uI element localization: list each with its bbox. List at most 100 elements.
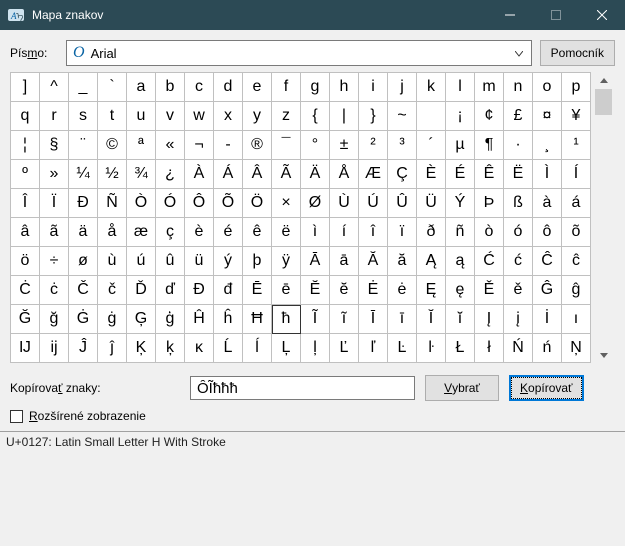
char-cell[interactable]: ñ <box>446 218 475 247</box>
char-cell[interactable]: Ď <box>127 276 156 305</box>
char-cell[interactable]: ġ <box>98 305 127 334</box>
char-cell[interactable]: ė <box>388 276 417 305</box>
char-cell[interactable]: İ <box>533 305 562 334</box>
char-cell[interactable]: Ü <box>417 189 446 218</box>
char-cell[interactable]: p <box>562 73 591 102</box>
char-cell[interactable]: i <box>359 73 388 102</box>
char-cell[interactable]: Á <box>214 160 243 189</box>
help-button[interactable]: Pomocník <box>540 40 615 66</box>
char-cell[interactable]: ă <box>388 247 417 276</box>
char-cell[interactable]: Ó <box>156 189 185 218</box>
char-cell[interactable]: Ë <box>504 160 533 189</box>
char-cell[interactable]: ö <box>11 247 40 276</box>
char-cell[interactable]: ĩ <box>330 305 359 334</box>
char-cell[interactable]: ¯ <box>272 131 301 160</box>
char-cell[interactable]: č <box>98 276 127 305</box>
char-cell[interactable]: ° <box>301 131 330 160</box>
char-cell[interactable]: ç <box>156 218 185 247</box>
char-cell[interactable]: Ĺ <box>214 334 243 363</box>
char-cell[interactable]: Ø <box>301 189 330 218</box>
char-cell[interactable]: Ā <box>301 247 330 276</box>
char-cell[interactable]: ķ <box>156 334 185 363</box>
char-cell[interactable]: § <box>40 131 69 160</box>
char-cell[interactable]: ¼ <box>69 160 98 189</box>
char-cell[interactable]: ¹ <box>562 131 591 160</box>
char-cell[interactable]: ÷ <box>40 247 69 276</box>
char-cell[interactable]: s <box>69 102 98 131</box>
char-cell[interactable]: z <box>272 102 301 131</box>
char-cell[interactable]: î <box>359 218 388 247</box>
char-cell[interactable]: ³ <box>388 131 417 160</box>
char-cell[interactable]: ® <box>243 131 272 160</box>
scroll-thumb[interactable] <box>595 89 612 115</box>
char-cell[interactable]: Č <box>69 276 98 305</box>
minimize-button[interactable] <box>487 0 533 30</box>
char-cell[interactable]: ¡ <box>446 102 475 131</box>
scroll-up-button[interactable] <box>595 72 612 89</box>
grid-scrollbar[interactable] <box>595 72 612 363</box>
char-cell[interactable]: ¸ <box>533 131 562 160</box>
char-cell[interactable]: æ <box>127 218 156 247</box>
char-cell[interactable]: Ă <box>359 247 388 276</box>
font-select[interactable]: O Arial <box>66 40 532 66</box>
char-cell[interactable]: Û <box>388 189 417 218</box>
char-cell[interactable]: ĭ <box>446 305 475 334</box>
char-cell[interactable]: o <box>533 73 562 102</box>
char-cell[interactable]: h <box>330 73 359 102</box>
scroll-down-button[interactable] <box>595 346 612 363</box>
char-cell[interactable]: Ģ <box>127 305 156 334</box>
char-cell[interactable]: É <box>446 160 475 189</box>
char-cell[interactable]: Ê <box>475 160 504 189</box>
char-cell[interactable]: Ĵ <box>69 334 98 363</box>
char-cell[interactable]: ê <box>243 218 272 247</box>
char-cell[interactable]: Ô <box>185 189 214 218</box>
char-cell[interactable]: ¦ <box>11 131 40 160</box>
char-cell[interactable]: Ñ <box>98 189 127 218</box>
char-cell[interactable]: ± <box>330 131 359 160</box>
char-cell[interactable]: é <box>214 218 243 247</box>
char-cell[interactable]: ħ <box>272 305 301 334</box>
char-cell[interactable]: ¾ <box>127 160 156 189</box>
char-cell[interactable]: Ć <box>475 247 504 276</box>
char-cell[interactable]: ń <box>533 334 562 363</box>
char-cell[interactable]: ~ <box>388 102 417 131</box>
char-cell[interactable]: t <box>98 102 127 131</box>
advanced-view-checkbox[interactable] <box>10 410 23 423</box>
char-cell[interactable]: ē <box>272 276 301 305</box>
char-cell[interactable]: ŀ <box>417 334 446 363</box>
char-cell[interactable]: × <box>272 189 301 218</box>
char-cell[interactable]: d <box>214 73 243 102</box>
char-cell[interactable]: Î <box>11 189 40 218</box>
char-cell[interactable]: ľ <box>359 334 388 363</box>
char-cell[interactable]: Į <box>475 305 504 334</box>
char-cell[interactable]: f <box>272 73 301 102</box>
char-cell[interactable]: Ļ <box>272 334 301 363</box>
char-cell[interactable]: Ĩ <box>301 305 330 334</box>
char-cell[interactable]: Ī <box>359 305 388 334</box>
char-cell[interactable]: å <box>98 218 127 247</box>
characters-to-copy-input[interactable] <box>190 376 415 400</box>
char-cell[interactable] <box>417 102 446 131</box>
char-cell[interactable]: Ę <box>417 276 446 305</box>
char-cell[interactable]: ļ <box>301 334 330 363</box>
char-cell[interactable]: ģ <box>156 305 185 334</box>
char-cell[interactable]: Ì <box>533 160 562 189</box>
char-cell[interactable]: ì <box>301 218 330 247</box>
char-cell[interactable]: Ö <box>243 189 272 218</box>
char-cell[interactable]: ł <box>475 334 504 363</box>
char-cell[interactable]: í <box>330 218 359 247</box>
char-cell[interactable]: Ĳ <box>11 334 40 363</box>
char-cell[interactable]: g <box>301 73 330 102</box>
char-cell[interactable]: þ <box>243 247 272 276</box>
char-cell[interactable]: û <box>156 247 185 276</box>
char-cell[interactable]: ċ <box>40 276 69 305</box>
char-cell[interactable]: Þ <box>475 189 504 218</box>
char-cell[interactable]: x <box>214 102 243 131</box>
char-cell[interactable]: r <box>40 102 69 131</box>
char-cell[interactable]: ¶ <box>475 131 504 160</box>
character-grid[interactable]: ]^_`abcdefghijklmnopqrstuvwxyz{|}~¡¢£¤¥¦… <box>10 72 591 363</box>
char-cell[interactable]: Đ <box>185 276 214 305</box>
char-cell[interactable]: Ğ <box>11 305 40 334</box>
char-cell[interactable]: ć <box>504 247 533 276</box>
close-button[interactable] <box>579 0 625 30</box>
